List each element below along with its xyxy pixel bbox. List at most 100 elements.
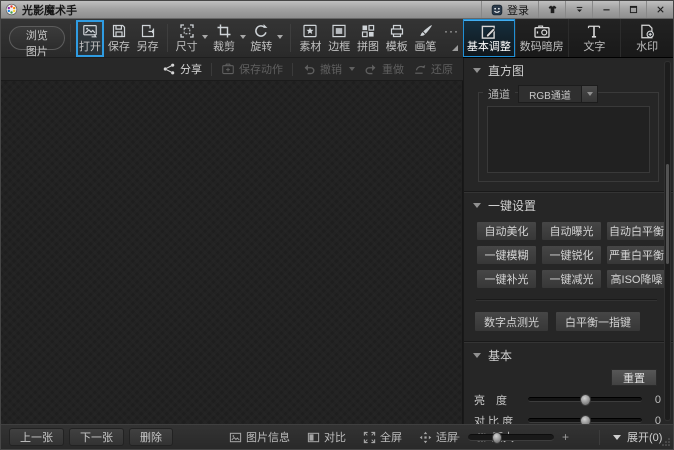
save-action-button[interactable]: 保存动作 bbox=[221, 61, 283, 77]
expand-arrow-icon bbox=[613, 435, 621, 440]
preset-one-key-sharpen-button[interactable]: 一键锐化 bbox=[541, 245, 602, 265]
preset-one-key-dimlight-button[interactable]: 一键减光 bbox=[541, 269, 602, 289]
preset-buttons-grid: 自动美化 自动曝光 自动白平衡 一键模糊 一键锐化 严重白平衡 一键补光 一键减… bbox=[476, 221, 673, 289]
tool-label: 旋转 bbox=[250, 42, 272, 53]
tab-label: 基本调整 bbox=[467, 42, 511, 53]
preset-severe-whitebalance-button[interactable]: 严重白平衡 bbox=[606, 245, 667, 265]
tool-template[interactable]: 模板 bbox=[382, 20, 411, 57]
maximize-button[interactable] bbox=[619, 1, 646, 18]
fullscreen-button[interactable]: 全屏 bbox=[363, 429, 402, 445]
basic-adjust-panel: 直方图 通道 RGB通道 一键设置 自动美化 自动曝光 自动白平衡 一键模糊 bbox=[463, 58, 673, 424]
histogram-section-header[interactable]: 直方图 bbox=[464, 58, 673, 82]
presets-section-header[interactable]: 一键设置 bbox=[464, 193, 673, 217]
save-action-icon bbox=[221, 62, 235, 76]
actionbar-separator bbox=[292, 63, 293, 76]
zoom-in-button[interactable]: + bbox=[562, 431, 569, 443]
tool-border[interactable]: 边框 bbox=[325, 20, 354, 57]
tool-resize[interactable]: 尺寸 bbox=[173, 20, 210, 57]
tool-material[interactable]: 素材 bbox=[296, 20, 325, 57]
edit-actionbar: 分享 保存动作 撤销 重做 还原 bbox=[1, 58, 463, 81]
share-button[interactable]: 分享 bbox=[162, 61, 202, 77]
channel-dropdown-button[interactable] bbox=[582, 85, 598, 103]
slider-label: 亮 度 bbox=[474, 392, 521, 408]
delete-image-button[interactable]: 删除 bbox=[129, 428, 173, 446]
zoom-slider[interactable] bbox=[468, 434, 554, 441]
redo-label: 重做 bbox=[382, 61, 404, 77]
zoom-control: − + bbox=[453, 425, 569, 449]
actionbar-separator bbox=[211, 63, 212, 76]
brightness-slider[interactable] bbox=[528, 397, 642, 402]
tab-digital-darkroom[interactable]: 数码暗房 bbox=[516, 19, 569, 57]
smiley-icon bbox=[491, 4, 503, 16]
close-button[interactable] bbox=[646, 1, 673, 18]
panel-scrollbar[interactable] bbox=[664, 61, 671, 421]
tool-rotate[interactable]: 旋转 bbox=[248, 20, 285, 57]
tool-brush[interactable]: 画笔 bbox=[411, 20, 440, 57]
contrast-slider[interactable] bbox=[528, 418, 642, 423]
main-toolbar: 浏览图片 打开 保存 另存 尺寸 裁剪 旋转 bbox=[1, 19, 463, 58]
tool-crop[interactable]: 裁剪 bbox=[210, 20, 247, 57]
browse-images-button[interactable]: 浏览图片 bbox=[9, 26, 65, 50]
zoom-slider-thumb[interactable] bbox=[492, 432, 502, 444]
slider-thumb[interactable] bbox=[580, 394, 591, 406]
channel-select[interactable]: RGB通道 bbox=[518, 85, 582, 103]
frame-icon bbox=[331, 23, 347, 39]
chevron-down-icon[interactable] bbox=[277, 35, 283, 39]
expand-button[interactable]: 展开(0) bbox=[613, 425, 662, 449]
collapse-arrow-icon bbox=[473, 68, 481, 73]
chevron-down-icon[interactable] bbox=[202, 35, 208, 39]
scrollbar-thumb[interactable] bbox=[666, 164, 669, 264]
save-action-label: 保存动作 bbox=[239, 61, 283, 77]
tool-label: 边框 bbox=[328, 42, 350, 53]
slider-value: 0 bbox=[649, 415, 661, 425]
preset-high-iso-denoise-button[interactable]: 高ISO降噪 bbox=[606, 269, 667, 289]
image-info-icon bbox=[229, 431, 242, 444]
preset-auto-exposure-button[interactable]: 自动曝光 bbox=[541, 221, 602, 241]
digital-spot-metering-button[interactable]: 数字点测光 bbox=[474, 311, 549, 332]
template-icon bbox=[389, 23, 405, 39]
reset-button[interactable]: 重置 bbox=[611, 369, 657, 386]
preset-auto-beautify-button[interactable]: 自动美化 bbox=[476, 221, 537, 241]
more-tools-button[interactable]: ··· bbox=[440, 20, 463, 57]
compare-button[interactable]: 对比 bbox=[307, 429, 346, 445]
basic-section-header[interactable]: 基本 bbox=[464, 343, 673, 367]
minimize-button[interactable] bbox=[592, 1, 619, 18]
save-as-icon bbox=[140, 23, 156, 39]
login-button[interactable]: 登录 bbox=[481, 1, 538, 18]
redo-button[interactable]: 重做 bbox=[364, 61, 404, 77]
chevron-down-icon[interactable] bbox=[240, 35, 246, 39]
camera-icon bbox=[533, 23, 551, 40]
watermark-icon bbox=[638, 23, 656, 40]
app-logo-icon bbox=[5, 3, 18, 16]
tool-save[interactable]: 保存 bbox=[104, 20, 133, 57]
tool-collage[interactable]: 拼图 bbox=[354, 20, 383, 57]
image-canvas[interactable] bbox=[1, 81, 463, 424]
preset-auto-whitebalance-button[interactable]: 自动白平衡 bbox=[606, 221, 667, 241]
toolbar-separator bbox=[290, 24, 291, 52]
histogram-groupbox: 通道 RGB通道 bbox=[478, 92, 659, 182]
restore-label: 还原 bbox=[431, 61, 453, 77]
tab-text[interactable]: 文字 bbox=[569, 19, 622, 57]
chevron-down-icon[interactable] bbox=[349, 67, 355, 71]
collapse-window-button[interactable] bbox=[565, 1, 592, 18]
whitebalance-picker-button[interactable]: 白平衡一指键 bbox=[555, 311, 641, 332]
next-image-button[interactable]: 下一张 bbox=[69, 428, 124, 446]
maximize-icon bbox=[628, 4, 639, 15]
tool-save-as[interactable]: 另存 bbox=[133, 20, 162, 57]
resize-grip-icon[interactable] bbox=[661, 437, 671, 447]
prev-image-button[interactable]: 上一张 bbox=[9, 428, 64, 446]
preset-one-key-blur-button[interactable]: 一键模糊 bbox=[476, 245, 537, 265]
skin-button[interactable] bbox=[538, 1, 565, 18]
slider-thumb[interactable] bbox=[580, 415, 591, 424]
image-info-button[interactable]: 图片信息 bbox=[229, 429, 290, 445]
undo-button[interactable]: 撤销 bbox=[302, 61, 355, 77]
tool-label: 拼图 bbox=[357, 42, 379, 53]
zoom-out-button[interactable]: − bbox=[453, 431, 460, 443]
tool-open[interactable]: 打开 bbox=[76, 20, 105, 57]
tool-label: 打开 bbox=[79, 42, 101, 53]
restore-button[interactable]: 还原 bbox=[413, 61, 453, 77]
preset-one-key-filllight-button[interactable]: 一键补光 bbox=[476, 269, 537, 289]
tab-watermark[interactable]: 水印 bbox=[621, 19, 673, 57]
crop-icon bbox=[216, 23, 232, 39]
tab-basic-adjust[interactable]: 基本调整 bbox=[463, 19, 516, 57]
